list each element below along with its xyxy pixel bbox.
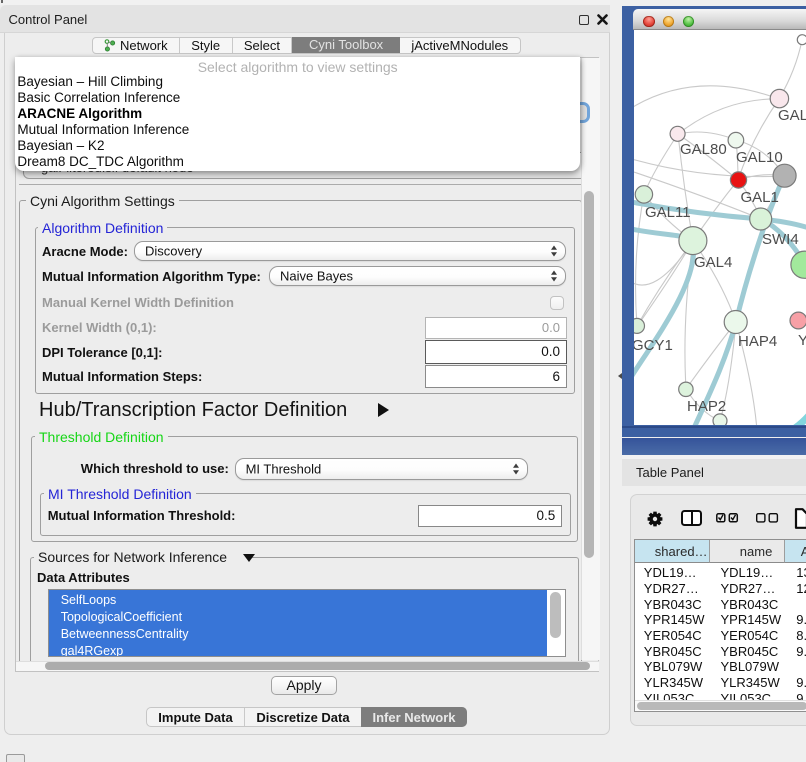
svg-text:GAL4: GAL4 <box>694 254 732 271</box>
svg-text:GAL7: GAL7 <box>778 107 806 124</box>
svg-text:HAP4: HAP4 <box>738 333 777 350</box>
svg-text:GCY1: GCY1 <box>634 337 673 354</box>
svg-text:HAP2: HAP2 <box>687 398 726 415</box>
svg-text:GAL10: GAL10 <box>736 149 783 166</box>
svg-text:Y: Y <box>798 332 806 349</box>
svg-text:GAL1: GAL1 <box>741 189 779 206</box>
svg-text:GAL80: GAL80 <box>680 141 727 158</box>
svg-text:GAL11: GAL11 <box>645 204 691 221</box>
svg-text:SWI4: SWI4 <box>762 231 799 248</box>
